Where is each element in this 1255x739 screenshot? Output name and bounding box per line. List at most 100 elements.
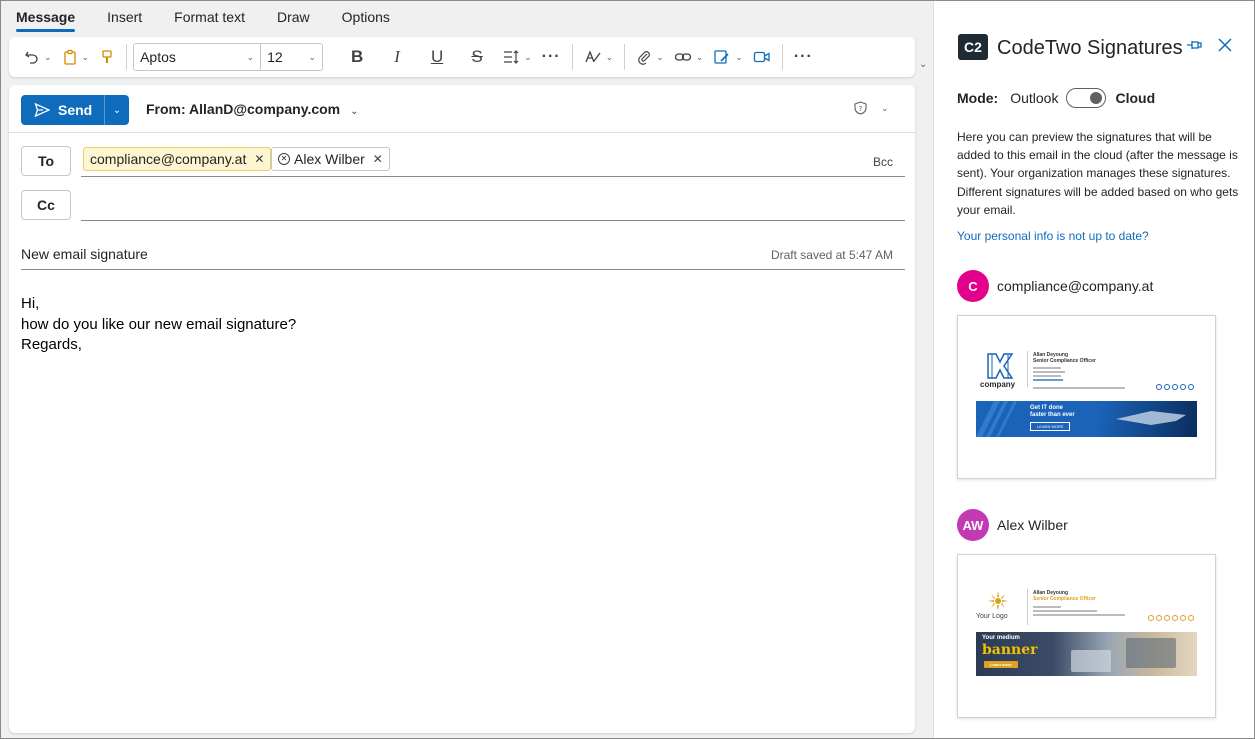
format-painter-button[interactable] [94, 43, 120, 71]
banner-line1: Get IT done [1030, 405, 1063, 411]
strikethrough-button[interactable]: S [457, 47, 497, 67]
sig-social-icons [1148, 615, 1196, 621]
chevron-down-icon: ⌄ [308, 51, 317, 62]
codetwo-pane: C2 CodeTwo Signatures Mode: Outlook Clou… [933, 1, 1254, 738]
pane-scrollbar[interactable] [1241, 1, 1254, 738]
ribbon-toolbar: ⌄ ⌄ Aptos ⌄ 12 ⌄ B I U S ⌄ ··· ⌄ ⌄ ⌄ ⌄ ·… [9, 37, 915, 77]
tab-insert[interactable]: Insert [107, 1, 142, 35]
font-size-value: 12 [267, 49, 283, 65]
video-icon [753, 51, 770, 63]
remove-recipient-icon[interactable]: ✕ [373, 152, 383, 166]
bold-button[interactable]: B [337, 47, 377, 67]
sig-logo-text: Your Logo [976, 613, 1008, 620]
more-icon: ··· [541, 48, 561, 65]
underline-button[interactable]: U [417, 47, 457, 67]
body-line: Regards, [21, 336, 82, 353]
chevron-down-icon[interactable]: ⌄ [881, 103, 889, 114]
sig-detail-line [1033, 610, 1097, 612]
paperclip-icon [638, 51, 651, 65]
line-spacing-icon [504, 50, 519, 64]
chevron-down-icon: ⌄ [81, 51, 90, 62]
recipient-chip[interactable]: compliance@company.at ✕ [83, 147, 272, 171]
tab-format-text[interactable]: Format text [174, 1, 245, 35]
send-main[interactable]: Send [21, 95, 105, 125]
sensitivity-shield-icon[interactable]: ? [854, 101, 867, 118]
cc-button[interactable]: Cc [21, 190, 71, 220]
remove-recipient-icon[interactable]: ✕ [254, 152, 264, 166]
signature-button[interactable]: ⌄ [708, 43, 748, 71]
sig-detail-line [1033, 379, 1063, 381]
ribbon-collapse-chevron-icon[interactable]: ⌄ [919, 59, 927, 70]
chevron-down-icon: ⌄ [524, 51, 532, 62]
more-icon: ··· [793, 48, 813, 65]
banner-cta: Learn more [984, 661, 1018, 668]
editor-icon [585, 50, 601, 63]
link-icon [674, 53, 691, 61]
tab-draw[interactable]: Draw [277, 1, 310, 35]
sig-detail-line [1033, 606, 1061, 608]
link-button[interactable]: ⌄ [669, 43, 709, 71]
attach-button[interactable]: ⌄ [631, 43, 669, 71]
paste-button[interactable]: ⌄ [57, 43, 95, 71]
signature-preview-card: Your Logo Allan Deyoung Senior Complianc… [957, 554, 1216, 718]
pin-icon[interactable] [1186, 38, 1202, 55]
body-line: how do you like our new email signature? [21, 315, 297, 333]
font-family-select[interactable]: Aptos ⌄ [133, 43, 262, 71]
more-options-button[interactable]: ··· [789, 43, 818, 71]
line-spacing-button[interactable]: ⌄ [497, 43, 537, 71]
sig-banner: Your medium banner Learn more [976, 632, 1197, 676]
chevron-down-icon: ⌄ [605, 51, 614, 62]
meeting-button[interactable] [748, 43, 776, 71]
sig-detail-line [1033, 614, 1125, 616]
toolbar-divider [571, 44, 573, 70]
recipient-chip[interactable]: ✕ Alex Wilber ✕ [271, 147, 390, 171]
sig-detail-line [1033, 367, 1061, 369]
sun-logo-icon [988, 591, 1008, 611]
tab-options[interactable]: Options [342, 1, 390, 35]
cc-field-line[interactable] [81, 220, 905, 221]
from-label: From: AllanD@company.com [146, 101, 341, 117]
sig-person-role: Senior Compliance Officer [1033, 596, 1096, 602]
undo-icon [25, 51, 38, 64]
tab-message[interactable]: Message [16, 1, 76, 35]
signature-recipient: C compliance@company.at [957, 270, 1153, 302]
bcc-button[interactable]: Bcc [873, 155, 893, 169]
body-line: Hi, [21, 295, 40, 312]
send-button[interactable]: Send ⌄ [21, 95, 129, 125]
toolbar-divider [781, 44, 783, 70]
personal-info-link[interactable]: Your personal info is not up to date? [957, 229, 1149, 243]
toolbar-divider [624, 44, 626, 70]
toggle-knob [1090, 92, 1103, 104]
send-options-chevron-icon[interactable]: ⌄ [105, 105, 129, 116]
editor-button[interactable]: ⌄ [579, 43, 619, 71]
mode-toggle[interactable] [1066, 88, 1107, 108]
mode-row: Mode: Outlook Cloud [957, 88, 1155, 108]
avatar: AW [957, 509, 989, 541]
undo-button[interactable]: ⌄ [19, 43, 57, 71]
sig-social-icons [1156, 384, 1196, 390]
font-size-select[interactable]: 12 ⌄ [261, 43, 324, 71]
recipient-chip-label: compliance@company.at [90, 151, 247, 167]
to-button[interactable]: To [21, 146, 71, 176]
from-selector[interactable]: From: AllanD@company.com ⌄ [146, 101, 359, 117]
message-body[interactable]: Hi, how do you like our new email signat… [21, 294, 296, 356]
font-family-value: Aptos [140, 49, 176, 65]
chevron-down-icon: ⌄ [695, 51, 704, 62]
more-formatting-button[interactable]: ··· [537, 43, 566, 71]
to-field-line[interactable] [81, 176, 905, 177]
send-icon [34, 102, 50, 118]
codetwo-logo: C2 [958, 34, 988, 60]
avatar: C [957, 270, 989, 302]
clipboard-icon [63, 49, 76, 65]
mode-option-cloud: Cloud [1115, 90, 1156, 106]
close-icon[interactable] [1218, 36, 1232, 57]
sig-banner: Get IT done faster than ever LEARN MORE [976, 401, 1197, 437]
unresolved-recipient-icon: ✕ [278, 153, 290, 165]
subject-input[interactable]: New email signature [21, 246, 148, 262]
underline-icon: U [430, 47, 444, 66]
sig-detail-line [1033, 371, 1065, 373]
italic-button[interactable]: I [377, 47, 417, 67]
subject-line [21, 269, 905, 270]
banner-line2: banner [982, 642, 1038, 658]
toolbar-divider [126, 44, 128, 70]
